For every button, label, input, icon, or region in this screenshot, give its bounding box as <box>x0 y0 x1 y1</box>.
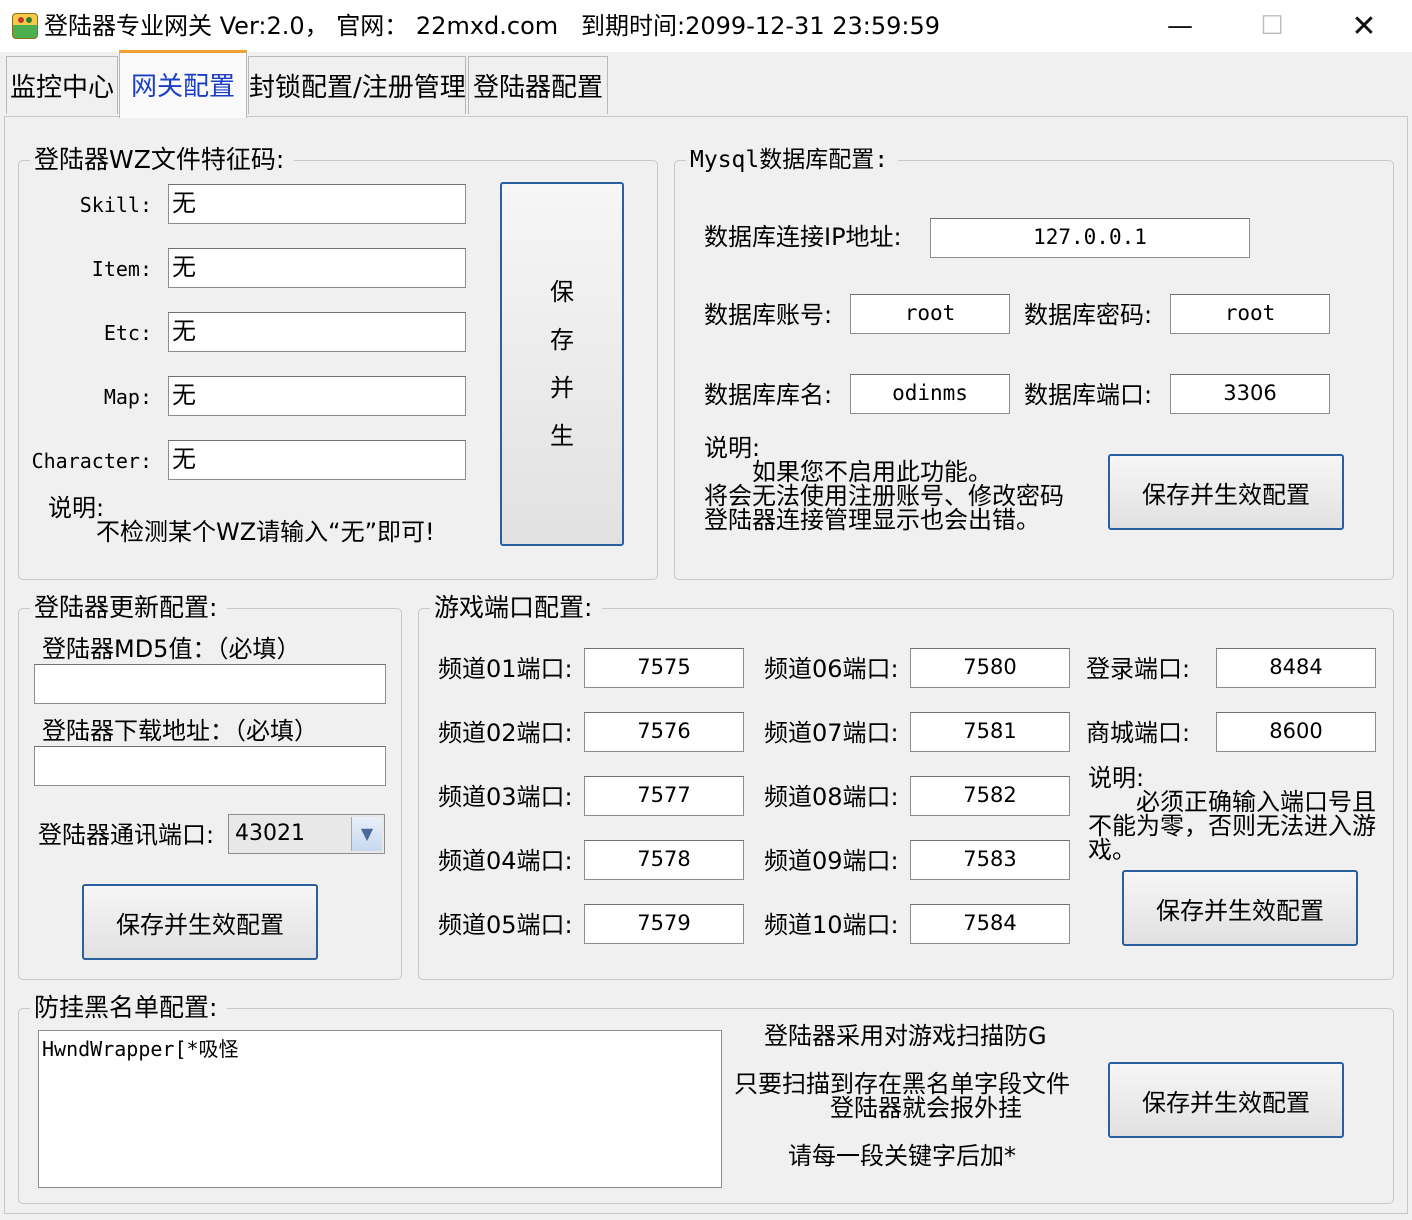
channel-port-input[interactable]: 7579 <box>584 904 744 944</box>
channel-port-label: 频道10端口: <box>764 911 899 939</box>
wz-note-title: 说明: <box>48 494 105 522</box>
close-button[interactable]: ✕ <box>1318 0 1410 52</box>
mysql-note-line3: 登陆器连接管理显示也会出错。 <box>704 506 1040 534</box>
ports-note-line3: 戏。 <box>1088 836 1136 864</box>
mysql-note-line1: 如果您不启用此功能。 <box>752 458 992 486</box>
mysql-note-line2: 将会无法使用注册账号、修改密码 <box>704 482 1064 510</box>
channel-port-input[interactable]: 7578 <box>584 840 744 880</box>
channel-port-input[interactable]: 7576 <box>584 712 744 752</box>
ports-note-line2: 不能为零，否则无法进入游 <box>1088 812 1376 840</box>
blacklist-info3: 登陆器就会报外挂 <box>830 1094 1022 1122</box>
wz-save-char: 并 <box>550 374 574 402</box>
db-account-input[interactable]: root <box>850 294 1010 334</box>
db-name-input[interactable]: odinms <box>850 374 1010 414</box>
channel-port-label: 频道07端口: <box>764 719 899 747</box>
item-input[interactable]: 无 <box>168 248 466 288</box>
wz-group-title: 登陆器WZ文件特征码: <box>30 146 295 174</box>
shop-port-label: 商城端口: <box>1086 719 1191 747</box>
download-url-label: 登陆器下载地址：（必填） <box>42 717 318 745</box>
window-title: 登陆器专业网关 Ver:2.0， 官网： 22mxd.com 到期时间:2099… <box>44 12 941 40</box>
tab-gateway-config[interactable]: 网关配置 <box>119 50 247 118</box>
channel-port-label: 频道09端口: <box>764 847 899 875</box>
db-password-input[interactable]: root <box>1170 294 1330 334</box>
blacklist-info2: 只要扫描到存在黑名单字段文件 <box>734 1070 1070 1098</box>
channel-port-label: 频道06端口: <box>764 655 899 683</box>
comm-port-select[interactable]: 43021 ▼ <box>228 814 385 854</box>
wz-save-char: 生 <box>550 422 574 450</box>
skill-label: Skill: <box>79 193 152 217</box>
db-port-input[interactable]: 3306 <box>1170 374 1330 414</box>
etc-input[interactable]: 无 <box>168 312 466 352</box>
etc-label: Etc: <box>103 321 152 345</box>
wz-note-text: 不检测某个WZ请输入“无”即可! <box>96 518 435 546</box>
comm-port-value: 43021 <box>235 821 305 846</box>
channel-port-label: 频道01端口: <box>438 655 573 683</box>
item-label: Item: <box>91 257 152 281</box>
db-ip-input[interactable]: 127.0.0.1 <box>930 218 1250 258</box>
channel-port-input[interactable]: 7577 <box>584 776 744 816</box>
login-port-label: 登录端口: <box>1086 655 1191 683</box>
ports-group-title: 游戏端口配置: <box>430 594 603 622</box>
md5-label: 登陆器MD5值：（必填） <box>42 635 301 663</box>
db-name-label: 数据库库名: <box>704 381 833 409</box>
comm-port-label: 登陆器通讯端口: <box>38 821 215 849</box>
tab-launcher-config[interactable]: 登陆器配置 <box>468 56 608 114</box>
channel-port-label: 频道05端口: <box>438 911 573 939</box>
character-input[interactable]: 无 <box>168 440 466 480</box>
channel-port-label: 频道08端口: <box>764 783 899 811</box>
download-url-input[interactable] <box>34 746 386 786</box>
channel-port-label: 频道04端口: <box>438 847 573 875</box>
blacklist-save-button[interactable]: 保存并生效配置 <box>1108 1062 1344 1138</box>
chevron-down-icon[interactable]: ▼ <box>351 817 382 851</box>
app-icon <box>12 13 38 39</box>
db-password-label: 数据库密码: <box>1024 301 1153 329</box>
skill-input[interactable]: 无 <box>168 184 466 224</box>
blacklist-info4: 请每一段关键字后加* <box>788 1142 1016 1170</box>
db-port-label: 数据库端口: <box>1024 381 1153 409</box>
db-ip-label: 数据库连接IP地址: <box>704 223 902 251</box>
channel-port-input[interactable]: 7582 <box>910 776 1070 816</box>
db-account-label: 数据库账号: <box>704 301 833 329</box>
character-label: Character: <box>31 449 152 473</box>
minimize-button[interactable]: — <box>1134 0 1226 52</box>
channel-port-label: 频道03端口: <box>438 783 573 811</box>
channel-port-label: 频道02端口: <box>438 719 573 747</box>
map-input[interactable]: 无 <box>168 376 466 416</box>
blacklist-textarea[interactable]: HwndWrapper[*吸怪 <box>38 1030 722 1188</box>
shop-port-input[interactable]: 8600 <box>1216 712 1376 752</box>
update-group-title: 登陆器更新配置: <box>30 594 228 622</box>
blacklist-group-title: 防挂黑名单配置: <box>30 994 228 1022</box>
wz-save-char: 存 <box>550 326 574 354</box>
ports-note-line1: 必须正确输入端口号且 <box>1136 788 1376 816</box>
blacklist-info1: 登陆器采用对游戏扫描防G <box>764 1022 1047 1050</box>
login-port-input[interactable]: 8484 <box>1216 648 1376 688</box>
maximize-button[interactable]: ☐ <box>1226 0 1318 52</box>
channel-port-input[interactable]: 7584 <box>910 904 1070 944</box>
mysql-group-title: Mysql数据库配置: <box>686 146 899 174</box>
ports-save-button[interactable]: 保存并生效配置 <box>1122 870 1358 946</box>
tab-block-register[interactable]: 封锁配置/注册管理 <box>248 56 466 114</box>
tab-monitor[interactable]: 监控中心 <box>6 56 118 114</box>
md5-input[interactable] <box>34 664 386 704</box>
wz-save-button[interactable]: 保 存 并 生 <box>500 182 624 546</box>
channel-port-input[interactable]: 7575 <box>584 648 744 688</box>
ports-note-title: 说明: <box>1088 764 1145 792</box>
map-label: Map: <box>103 385 152 409</box>
mysql-save-button[interactable]: 保存并生效配置 <box>1108 454 1344 530</box>
channel-port-input[interactable]: 7583 <box>910 840 1070 880</box>
channel-port-input[interactable]: 7580 <box>910 648 1070 688</box>
wz-save-char: 保 <box>550 278 574 306</box>
update-save-button[interactable]: 保存并生效配置 <box>82 884 318 960</box>
mysql-note-title: 说明: <box>704 434 761 462</box>
channel-port-input[interactable]: 7581 <box>910 712 1070 752</box>
